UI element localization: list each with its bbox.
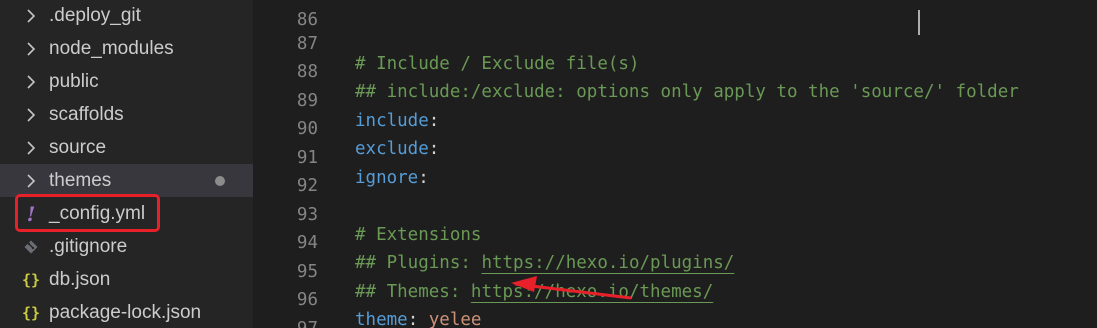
tree-item-label: source (49, 136, 107, 158)
tree-item-source[interactable]: source (0, 131, 253, 164)
code-line: 87 # Include / Exclude file(s) (253, 10, 1097, 74)
text-cursor (918, 10, 920, 35)
json-file-icon: {} (21, 270, 41, 289)
tree-item-label: public (49, 70, 99, 92)
code-line: 88 ## include:/exclude: options only app… (253, 38, 1097, 102)
code-line: 90 exclude: (253, 95, 1097, 159)
tree-item-db-json[interactable]: {} db.json (0, 263, 253, 296)
chevron-right-icon (20, 65, 42, 98)
chevron-right-icon (20, 0, 42, 32)
tree-item-label: .deploy_git (49, 4, 141, 26)
tree-item-scaffolds[interactable]: scaffolds (0, 98, 253, 131)
tree-item-label: package-lock.json (49, 301, 202, 323)
code-line: 91 ignore: (253, 124, 1097, 188)
chevron-right-icon (20, 98, 42, 131)
chevron-right-icon (20, 32, 42, 65)
tree-item-label: _config.yml (49, 202, 146, 224)
code-line: 93 # Extensions (253, 181, 1097, 245)
git-file-icon (20, 230, 42, 263)
tree-item-label: .gitignore (49, 235, 128, 257)
tree-item-label: scaffolds (49, 103, 124, 125)
yaml-file-icon: ! (26, 201, 36, 226)
code-line: 97 (253, 295, 1097, 328)
tree-item-themes[interactable]: themes (0, 164, 253, 197)
tree-item-label: node_modules (49, 37, 174, 59)
code-line: 94 ## Plugins: https://hexo.io/plugins/ (253, 209, 1097, 273)
json-file-icon: {} (21, 303, 41, 322)
chevron-right-icon (20, 131, 42, 164)
tree-item-config-yml[interactable]: ! _config.yml (0, 197, 253, 230)
tree-item-public[interactable]: public (0, 65, 253, 98)
code-editor[interactable]: 86 87 # Include / Exclude file(s) 88 ## … (253, 0, 1097, 328)
line-number: 97 (253, 315, 318, 328)
tree-item-gitignore[interactable]: .gitignore (0, 230, 253, 263)
tree-item-label: themes (49, 169, 112, 191)
code-line: 89 include: (253, 67, 1097, 131)
explorer-sidebar: .deploy_git node_modules public scaffold… (0, 0, 253, 328)
code-line: 96 theme: yelee (253, 266, 1097, 328)
tree-item-label: db.json (49, 268, 111, 290)
code-line: 95 ## Themes: https://hexo.io/themes/ (253, 238, 1097, 302)
modified-dot-icon (215, 176, 225, 186)
chevron-right-icon (20, 164, 42, 197)
tree-item-deploy-git[interactable]: .deploy_git (0, 0, 253, 32)
code-line: 92 (253, 152, 1097, 196)
tree-item-package-lock-json[interactable]: {} package-lock.json (0, 296, 253, 328)
tree-item-node-modules[interactable]: node_modules (0, 32, 253, 65)
